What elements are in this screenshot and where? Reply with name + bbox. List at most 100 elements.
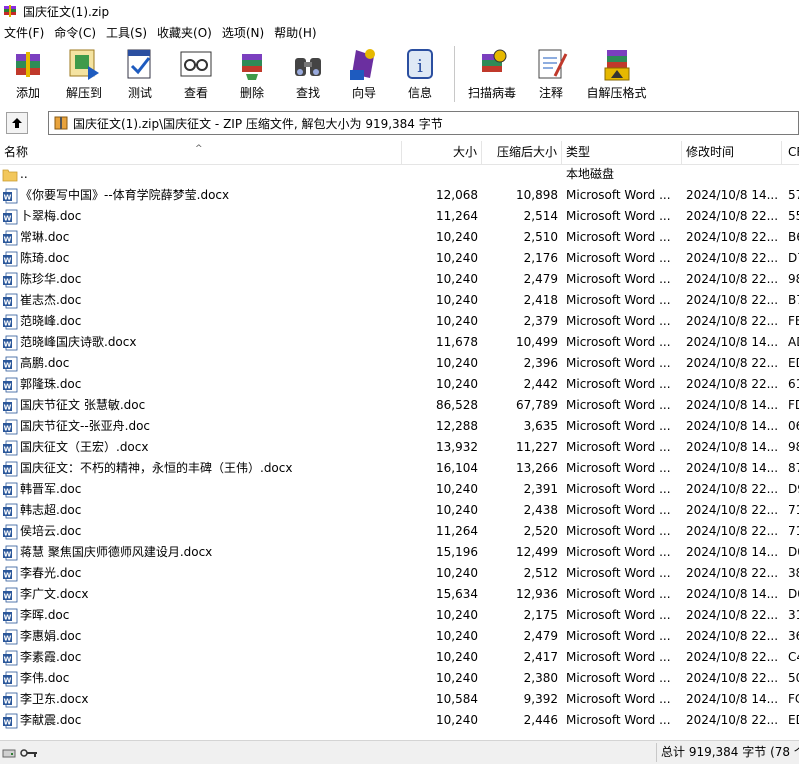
file-row[interactable]: W 陈珍华.doc 10,240 2,479 Microsoft Word ... 202… [0, 269, 799, 290]
file-crc: D0 [788, 545, 799, 559]
file-row[interactable]: W 范晓峰.doc 10,240 2,379 Microsoft Word ... 202… [0, 311, 799, 332]
file-crc: D7 [788, 251, 799, 265]
column-header-packed[interactable]: 压缩后大小 [482, 141, 562, 164]
toolbar-button-test[interactable]: 测试 [112, 42, 168, 104]
toolbar-button-info[interactable]: i 信息 [392, 42, 448, 104]
file-name: 侯培云.doc [20, 524, 82, 538]
file-row[interactable]: W 李素霞.doc 10,240 2,417 Microsoft Word ... 202… [0, 647, 799, 668]
menu-item-1[interactable]: 命令(C) [50, 24, 102, 41]
file-modified: 2024/10/8 22... [686, 377, 779, 391]
word-document-icon: W [3, 587, 18, 602]
toolbar-button-extract-to[interactable]: 解压到 [56, 42, 112, 104]
toolbar-button-sfx[interactable]: 自解压格式 [579, 42, 654, 104]
file-type: Microsoft Word ... [566, 377, 671, 391]
file-name-cell: W 卜翠梅.doc [0, 206, 402, 227]
word-document-icon: W [3, 314, 18, 329]
file-modified: 2024/10/8 14... [686, 188, 779, 202]
toolbar-button-find[interactable]: 查找 [280, 42, 336, 104]
svg-text:W: W [4, 298, 12, 306]
file-crc: 61 [788, 377, 799, 391]
toolbar-button-scan-virus[interactable]: 扫描病毒 [461, 42, 523, 104]
title-bar: 国庆征文(1).zip [0, 0, 799, 22]
toolbar-button-comment[interactable]: 注释 [523, 42, 579, 104]
file-modified: 2024/10/8 22... [686, 650, 779, 664]
file-type: Microsoft Word ... [566, 440, 671, 454]
status-divider [656, 743, 657, 762]
key-icon[interactable] [20, 747, 38, 759]
toolbar-button-wizard[interactable]: 向导 [336, 42, 392, 104]
toolbar-button-delete[interactable]: 删除 [224, 42, 280, 104]
file-size: 15,196 [436, 545, 478, 559]
file-size: 10,240 [436, 650, 478, 664]
svg-text:W: W [4, 319, 12, 327]
file-row[interactable]: W 李晖.doc 10,240 2,175 Microsoft Word ... 2024… [0, 605, 799, 626]
file-row[interactable]: W 韩志超.doc 10,240 2,438 Microsoft Word ... 202… [0, 500, 799, 521]
file-row[interactable]: W 侯培云.doc 11,264 2,520 Microsoft Word ... 202… [0, 521, 799, 542]
file-row[interactable]: W 李献震.doc 10,240 2,446 Microsoft Word ... 202… [0, 710, 799, 731]
svg-text:i: i [417, 56, 423, 77]
menu-item-0[interactable]: 文件(F) [0, 24, 50, 41]
winrar-app-icon[interactable] [3, 4, 17, 18]
file-row[interactable]: W 《你要写中国》--体育学院薛梦莹.docx 12,068 10,898 Micros… [0, 185, 799, 206]
file-row[interactable]: W 高鹏.doc 10,240 2,396 Microsoft Word ... 2024… [0, 353, 799, 374]
svg-text:W: W [4, 340, 12, 348]
menu-item-5[interactable]: 帮助(H) [270, 24, 322, 41]
drive-icon[interactable] [2, 747, 16, 759]
file-row[interactable]: W 李广文.docx 15,634 12,936 Microsoft Word ... 2… [0, 584, 799, 605]
file-name: 韩晋军.doc [20, 482, 82, 496]
file-name: 李广文.docx [20, 587, 89, 601]
word-document-icon: W [3, 335, 18, 350]
file-row[interactable]: W 国庆征文：不朽的精神，永恒的丰碑（王伟）.docx 16,104 13,266 Mi… [0, 458, 799, 479]
column-header-size[interactable]: 大小 [402, 141, 482, 164]
word-document-icon: W [3, 230, 18, 245]
menu-item-2[interactable]: 工具(S) [102, 24, 153, 41]
file-row[interactable]: W 李春光.doc 10,240 2,512 Microsoft Word ... 202… [0, 563, 799, 584]
path-field[interactable]: 国庆征文(1).zip\国庆征文 - ZIP 压缩文件, 解包大小为 919,3… [48, 111, 799, 135]
parent-folder-row[interactable]: .. 本地磁盘 [0, 164, 799, 185]
file-row[interactable]: W 李惠娟.doc 10,240 2,479 Microsoft Word ... 202… [0, 626, 799, 647]
file-type: Microsoft Word ... [566, 356, 671, 370]
file-row[interactable]: W 陈琦.doc 10,240 2,176 Microsoft Word ... 2024… [0, 248, 799, 269]
file-row[interactable]: W 李卫东.docx 10,584 9,392 Microsoft Word ... 20… [0, 689, 799, 710]
file-row[interactable]: W 蒋慧 聚焦国庆师德师风建设月.docx 15,196 12,499 Microsof… [0, 542, 799, 563]
file-row[interactable]: W 卜翠梅.doc 11,264 2,514 Microsoft Word ... 202… [0, 206, 799, 227]
file-type: Microsoft Word ... [566, 461, 671, 475]
file-modified: 2024/10/8 14... [686, 419, 779, 433]
column-header-modified[interactable]: 修改时间 [682, 141, 782, 164]
file-list-header: 名称 ^ 大小 压缩后大小 类型 修改时间 CRC32 [0, 141, 799, 165]
column-header-type[interactable]: 类型 [562, 141, 682, 164]
toolbar-button-label: 测试 [127, 86, 152, 100]
toolbar-button-view[interactable]: 查看 [168, 42, 224, 104]
word-document-icon: W [3, 251, 18, 266]
file-name: 范晓峰国庆诗歌.docx [20, 335, 137, 349]
file-size: 10,240 [436, 377, 478, 391]
file-row[interactable]: W 国庆征文（王宏）.docx 13,932 11,227 Microsoft Word… [0, 437, 799, 458]
file-name-cell: W 李素霞.doc [0, 647, 402, 668]
file-crc: 38 [788, 566, 799, 580]
file-crc: C4 [788, 650, 799, 664]
toolbar-button-add-archive[interactable]: 添加 [0, 42, 56, 104]
menu-item-4[interactable]: 选项(N) [218, 24, 270, 41]
file-row[interactable]: W 韩晋军.doc 10,240 2,391 Microsoft Word ... 202… [0, 479, 799, 500]
file-row[interactable]: W 李伟.doc 10,240 2,380 Microsoft Word ... 2024… [0, 668, 799, 689]
column-header-crc[interactable]: CRC32 [782, 141, 799, 164]
file-row[interactable]: W 范晓峰国庆诗歌.docx 11,678 10,499 Microsoft Word … [0, 332, 799, 353]
file-row[interactable]: W 常琳.doc 10,240 2,510 Microsoft Word ... 2024… [0, 227, 799, 248]
file-list[interactable]: .. 本地磁盘 W 《你要写中国》--体育学院薛梦莹.docx 12,068 10,8… [0, 164, 799, 734]
file-row[interactable]: W 国庆节征文 张慧敏.doc 86,528 67,789 Microsoft Word… [0, 395, 799, 416]
file-packed-size: 2,479 [523, 629, 558, 643]
word-document-icon: W [3, 524, 18, 539]
file-packed-size: 2,175 [523, 608, 558, 622]
file-size: 10,240 [436, 713, 478, 727]
file-row[interactable]: W 郭隆珠.doc 10,240 2,442 Microsoft Word ... 202… [0, 374, 799, 395]
file-row[interactable]: W 崔志杰.doc 10,240 2,418 Microsoft Word ... 202… [0, 290, 799, 311]
file-name-cell: W 李卫东.docx [0, 689, 402, 710]
file-type: Microsoft Word ... [566, 524, 671, 538]
up-one-level-button[interactable] [6, 112, 28, 134]
file-type: Microsoft Word ... [566, 671, 671, 685]
file-row[interactable]: W 国庆节征文--张亚舟.doc 12,288 3,635 Microsoft Word… [0, 416, 799, 437]
word-document-icon: W [3, 377, 18, 392]
menu-item-3[interactable]: 收藏夹(O) [153, 24, 218, 41]
column-header-name[interactable]: 名称 ^ [0, 141, 402, 164]
file-name-cell: W 《你要写中国》--体育学院薛梦莹.docx [0, 185, 402, 206]
